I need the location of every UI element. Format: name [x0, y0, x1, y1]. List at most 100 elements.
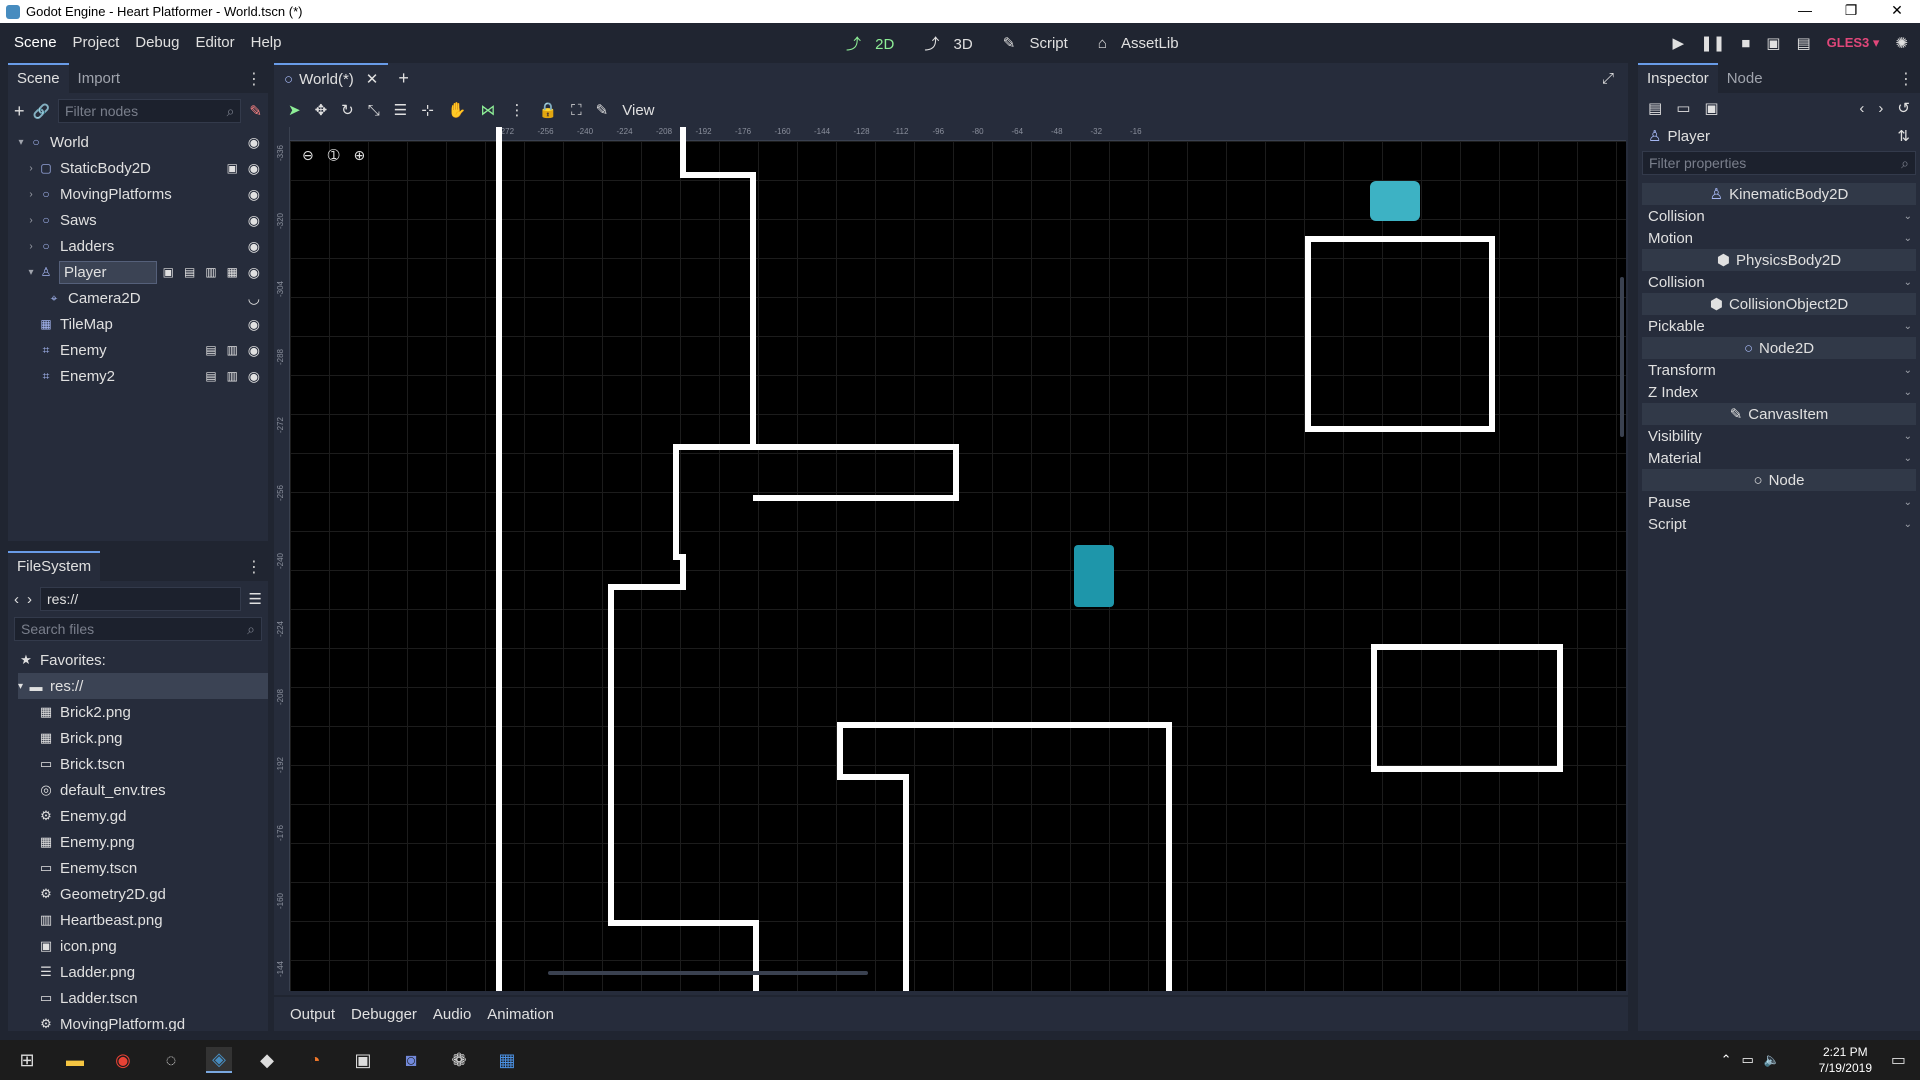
script-icon[interactable]: ▥ [227, 343, 238, 357]
property-script[interactable]: Script ⌄ [1638, 513, 1920, 535]
tree-node-saws[interactable]: › ○ Saws ◉ [14, 207, 268, 233]
visibility-eye-icon[interactable]: ◉ [248, 160, 260, 177]
pan-mode-icon[interactable]: ✋ [448, 101, 467, 119]
file-explorer-icon[interactable]: ▬ [62, 1047, 88, 1073]
lock-icon[interactable]: 🔒 [538, 101, 557, 119]
current-camera-icon[interactable]: ◡ [248, 290, 260, 307]
tree-node-tilemap[interactable]: ▦ TileMap ◉ [14, 311, 268, 337]
blender-icon[interactable]: ◔ [302, 1047, 328, 1073]
property-transform[interactable]: Transform ⌄ [1638, 359, 1920, 381]
play-scene-icon[interactable]: ▣ [1766, 34, 1780, 52]
tree-node-staticbody2d[interactable]: › ▢ StaticBody2D ▣ ◉ [14, 155, 268, 181]
vertical-scrollbar[interactable] [1620, 277, 1624, 437]
clock[interactable]: 2:21 PM 7/19/2019 [1819, 1044, 1872, 1076]
tab-world-scene[interactable]: ○ World(*) ✕ [274, 63, 389, 93]
collapse-arrow-icon[interactable]: ▾ [14, 137, 28, 148]
paint-icon[interactable]: ▦ [494, 1047, 520, 1073]
dock-menu-icon[interactable]: ⋮ [246, 69, 262, 89]
select-mode-icon[interactable]: ➤ [288, 101, 301, 119]
tree-node-ladders[interactable]: › ○ Ladders ◉ [14, 233, 268, 259]
menu-scene[interactable]: Scene [6, 23, 65, 63]
expand-arrow-icon[interactable]: › [24, 215, 38, 226]
property-motion[interactable]: Motion ⌄ [1638, 227, 1920, 249]
tab-debugger[interactable]: Debugger [343, 1006, 425, 1023]
property-z-index[interactable]: Z Index ⌄ [1638, 381, 1920, 403]
twitch-icon[interactable]: ▣ [350, 1047, 376, 1073]
file-item[interactable]: ▣ icon.png [38, 933, 268, 959]
workspace-assetlib-button[interactable]: ⌂ AssetLib [1088, 35, 1199, 52]
distraction-free-icon[interactable]: ⤢ [1602, 70, 1614, 87]
tree-node-player[interactable]: ▾ ♙ Player ▣ ▤ ▥ ▦ ◉ [14, 259, 268, 285]
view-menu[interactable]: View [622, 102, 654, 119]
back-arrow-icon[interactable]: ‹ [14, 591, 19, 608]
attach-script-icon[interactable]: ✎ [249, 102, 262, 120]
workspace-script-button[interactable]: ✎ Script [993, 34, 1088, 52]
discord-icon[interactable]: ◙ [398, 1047, 424, 1073]
rotate-mode-icon[interactable]: ↻ [341, 101, 354, 119]
property-material[interactable]: Material ⌄ [1638, 447, 1920, 469]
tab-node[interactable]: Node [1718, 65, 1772, 93]
minimize-button[interactable]: — [1782, 0, 1828, 23]
save-resource-icon[interactable]: ▣ [1704, 99, 1718, 117]
workspace-3d-button[interactable]: ⤴ 3D [914, 33, 992, 54]
godot-taskbar-icon[interactable]: ◈ [206, 1047, 232, 1073]
object-properties-icon[interactable]: ⇅ [1897, 127, 1910, 145]
davinci-icon[interactable]: ❁ [446, 1047, 472, 1073]
pivot-icon[interactable]: ⊹ [421, 101, 434, 119]
file-item[interactable]: ⚙ Geometry2D.gd [38, 881, 268, 907]
history-icon[interactable]: ↺ [1897, 99, 1910, 117]
tray-expand-icon[interactable]: ⌃ [1721, 1052, 1732, 1068]
file-item[interactable]: ⚙ Enemy.gd [38, 803, 268, 829]
script-icon[interactable]: ▥ [227, 369, 238, 383]
history-forward-icon[interactable]: › [1878, 100, 1883, 117]
add-node-icon[interactable]: + [14, 101, 25, 122]
visibility-eye-icon[interactable]: ◉ [248, 316, 260, 333]
enemy-sprite[interactable] [1370, 181, 1420, 221]
inkscape-icon[interactable]: ◆ [254, 1047, 280, 1073]
open-in-editor-icon[interactable]: ▤ [184, 265, 195, 279]
tab-animation[interactable]: Animation [479, 1006, 562, 1023]
collapse-arrow-icon[interactable]: ▾ [24, 267, 38, 278]
dock-menu-icon[interactable]: ⋮ [246, 557, 262, 577]
selectable-lock-icon[interactable]: ▣ [227, 161, 238, 175]
tab-import[interactable]: Import [69, 65, 130, 93]
folder-res[interactable]: ▾ ▬ res:// [18, 673, 268, 699]
file-item[interactable]: ▭ Ladder.tscn [38, 985, 268, 1011]
renderer-select[interactable]: GLES3 ▾ [1827, 35, 1880, 51]
script-icon[interactable]: ▥ [205, 265, 216, 279]
property-collision[interactable]: Collision ⌄ [1638, 205, 1920, 227]
play-icon[interactable]: ▶ [1673, 34, 1685, 52]
play-custom-scene-icon[interactable]: ▤ [1796, 34, 1810, 52]
tree-node-enemy[interactable]: ⌗ Enemy ▤ ▥ ◉ [14, 337, 268, 363]
visibility-eye-icon[interactable]: ◉ [248, 134, 260, 151]
favorites-item[interactable]: ★ Favorites: [18, 647, 268, 673]
list-select-icon[interactable]: ☰ [394, 101, 407, 119]
path-field[interactable]: res:// [40, 587, 241, 611]
unity-icon[interactable]: ◌ [158, 1047, 184, 1073]
file-item[interactable]: ▦ Brick2.png [38, 699, 268, 725]
tab-inspector[interactable]: Inspector [1638, 63, 1718, 93]
visibility-eye-icon[interactable]: ◉ [248, 212, 260, 229]
instance-scene-icon[interactable]: 🔗 [33, 103, 50, 120]
menu-project[interactable]: Project [65, 23, 128, 63]
tab-audio[interactable]: Audio [425, 1006, 479, 1023]
visibility-eye-icon[interactable]: ◉ [248, 342, 260, 359]
file-item[interactable]: ⚙ MovingPlatform.gd [38, 1011, 268, 1032]
file-item[interactable]: ▥ Heartbeast.png [38, 907, 268, 933]
windows-start-icon[interactable]: ⊞ [14, 1047, 40, 1073]
visibility-eye-icon[interactable]: ◉ [248, 238, 260, 255]
file-item[interactable]: ▭ Enemy.tscn [38, 855, 268, 881]
tree-node-enemy2[interactable]: ⌗ Enemy2 ▤ ▥ ◉ [14, 363, 268, 389]
snap-toggle-icon[interactable]: ⋈ [480, 101, 495, 119]
file-item[interactable]: ▦ Enemy.png [38, 829, 268, 855]
dock-menu-icon[interactable]: ⋮ [1898, 69, 1914, 89]
history-back-icon[interactable]: ‹ [1859, 100, 1864, 117]
property-visibility[interactable]: Visibility ⌄ [1638, 425, 1920, 447]
tree-node-world[interactable]: ▾ ○ World ◉ [14, 129, 268, 155]
tree-node-camera2d[interactable]: ⌖ Camera2D ◡ [14, 285, 268, 311]
volume-icon[interactable]: 🔈 [1764, 1052, 1780, 1068]
visibility-eye-icon[interactable]: ◉ [248, 186, 260, 203]
collapse-arrow-icon[interactable]: ▾ [18, 681, 28, 692]
close-button[interactable]: ✕ [1874, 0, 1920, 23]
stop-icon[interactable]: ■ [1741, 35, 1750, 52]
